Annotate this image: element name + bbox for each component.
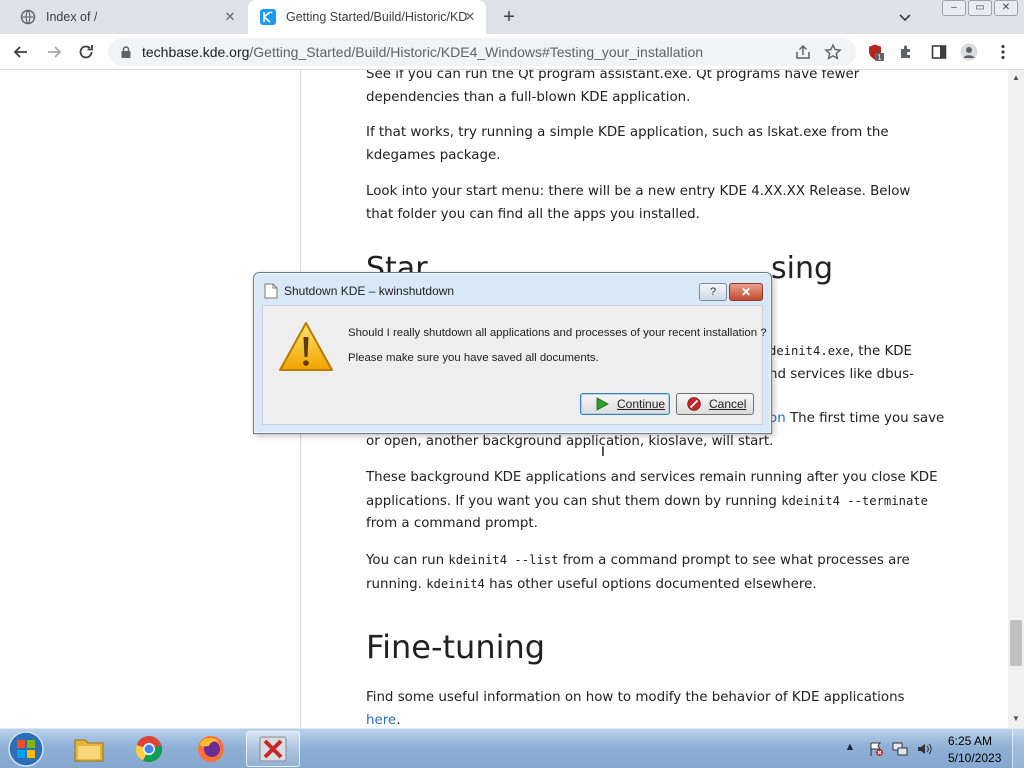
text-fragment: has other useful options documented else…: [484, 576, 817, 592]
back-arrow-icon[interactable]: [12, 43, 30, 61]
warning-icon: [279, 322, 333, 371]
paragraph-first-time-fragment: on The first time you save: [769, 408, 949, 431]
taskbar-chrome[interactable]: [122, 731, 176, 767]
bookmark-star-icon[interactable]: [824, 43, 842, 61]
kebab-menu-icon[interactable]: [994, 43, 1012, 61]
paragraph-dbus-fragment: nd services like dbus-: [769, 367, 914, 382]
shutdown-dialog: Shutdown KDE – kwinshutdown ? ✕ Should I…: [253, 272, 772, 434]
screen: Index of / ✕ Getting Started/Build/Histo…: [0, 0, 1024, 768]
tab-strip: Index of / ✕ Getting Started/Build/Histo…: [0, 0, 1024, 34]
taskbar-firefox[interactable]: [184, 731, 238, 767]
code-kdeinit-list: kdeinit4 --list: [448, 553, 559, 567]
url-host: techbase.kde.org: [142, 44, 250, 60]
text-fragment: The first time you save: [785, 411, 945, 426]
paragraph-background-apps: These background KDE applications and se…: [366, 467, 941, 536]
url-text: techbase.kde.org/Getting_Started/Build/H…: [142, 44, 703, 60]
text-cursor-icon: I: [601, 443, 605, 459]
folder-icon: [74, 739, 104, 762]
help-button[interactable]: ?: [699, 283, 727, 301]
browser-toolbar: techbase.kde.org/Getting_Started/Build/H…: [0, 34, 1024, 70]
url-path: /Getting_Started/Build/Historic/KDE4_Win…: [249, 44, 704, 60]
clock-date[interactable]: 5/10/2023: [948, 751, 1001, 765]
close-window-button[interactable]: ✕: [994, 0, 1018, 16]
document-icon: [264, 283, 278, 299]
start-orb-icon[interactable]: [6, 730, 46, 768]
text-fragment: .: [396, 712, 401, 728]
code-kdeinit-exe: deinit4.exe: [769, 344, 850, 358]
text-fragment: from a command prompt.: [366, 516, 538, 531]
puzzle-extensions-icon[interactable]: [898, 43, 916, 61]
paragraph-kdeinit-fragment: deinit4.exe, the KDE: [769, 340, 949, 364]
scroll-down-arrow-icon[interactable]: ▼: [1012, 714, 1020, 723]
network-icon[interactable]: [892, 741, 908, 757]
side-panel-icon[interactable]: [930, 43, 948, 61]
dialog-message-question: Should I really shutdown all application…: [348, 327, 767, 339]
paragraph-start-menu: Look into your start menu: there will be…: [366, 184, 911, 222]
code-kdeinit4: kdeinit4: [426, 576, 485, 591]
heading-fine-tuning: Fine-tuning: [366, 628, 546, 666]
tab-title: Getting Started/Build/Historic/KD: [286, 10, 468, 24]
clock-time[interactable]: 6:25 AM: [948, 734, 992, 748]
dialog-message-save-warning: Please make sure you have saved all docu…: [348, 352, 599, 364]
dialog-title: Shutdown KDE – kwinshutdown: [284, 284, 455, 298]
page-scrollbar[interactable]: ▲ ▼: [1008, 70, 1024, 728]
dialog-body: Should I really shutdown all application…: [262, 305, 767, 425]
section-heading-partial-right: sing: [771, 251, 834, 286]
link-here[interactable]: here: [366, 713, 396, 728]
chrome-icon: [135, 736, 163, 763]
share-icon[interactable]: [794, 43, 812, 61]
tab-title: Index of /: [46, 10, 98, 24]
paragraph-qt-assistant: See if you can run the Qt program assist…: [366, 70, 860, 105]
text-fragment: You can run: [366, 553, 449, 568]
taskbar-explorer[interactable]: [62, 731, 116, 767]
extension-badge: 1: [877, 54, 881, 62]
address-bar[interactable]: techbase.kde.org/Getting_Started/Build/H…: [108, 38, 856, 66]
dialog-titlebar[interactable]: Shutdown KDE – kwinshutdown ? ✕: [254, 273, 771, 303]
kde-logo-icon: [260, 9, 276, 25]
continue-button[interactable]: Continue: [580, 393, 670, 415]
reload-icon[interactable]: [77, 43, 95, 61]
windows-taskbar: ▲ 6:25 AM 5/10/2023: [0, 728, 1024, 768]
close-tab-icon[interactable]: ✕: [222, 9, 238, 25]
maximize-button[interactable]: ▭: [968, 0, 992, 16]
paragraph-lskat: If that works, try running a simple KDE …: [366, 125, 889, 163]
play-arrow-icon: [596, 397, 609, 411]
firefox-icon: [198, 736, 224, 762]
cancel-label: Cancel: [709, 397, 747, 411]
show-desktop-button[interactable]: [1012, 729, 1024, 768]
extension-shield-icon[interactable]: 1: [866, 43, 884, 61]
dialog-close-button[interactable]: ✕: [729, 283, 763, 301]
text-fragment: , the KDE: [849, 344, 913, 359]
new-tab-button[interactable]: +: [498, 6, 520, 28]
tab-getting-started[interactable]: Getting Started/Build/Historic/KD ✕: [248, 0, 486, 34]
window-controls: – ▭ ✕: [942, 0, 1018, 16]
chevron-down-icon[interactable]: [897, 9, 913, 25]
paragraph-fine-tuning: Find some useful information on how to m…: [366, 687, 941, 728]
tab-index-of[interactable]: Index of / ✕: [8, 0, 246, 34]
minimize-button[interactable]: –: [942, 0, 966, 16]
paragraph-kdeinit-list: You can run kdeinit4 --list from a comma…: [366, 549, 941, 596]
volume-speaker-icon[interactable]: [916, 741, 932, 757]
taskbar-kwinshutdown[interactable]: [246, 731, 300, 767]
code-kdeinit-terminate: kdeinit4 --terminate: [781, 493, 928, 508]
action-center-flag-icon[interactable]: [868, 741, 884, 757]
text-fragment: Find some useful information on how to m…: [366, 690, 905, 705]
close-tab-icon[interactable]: ✕: [462, 9, 478, 25]
paragraph-kioslave: or open, another background application,…: [366, 434, 774, 449]
continue-label: Continue: [617, 397, 666, 411]
globe-icon: [20, 9, 36, 25]
tray-overflow-arrow-icon[interactable]: ▲: [842, 741, 858, 757]
scroll-up-arrow-icon[interactable]: ▲: [1012, 73, 1020, 82]
cancel-button[interactable]: Cancel: [676, 393, 754, 415]
forward-arrow-icon[interactable]: [45, 43, 63, 61]
lock-icon[interactable]: [120, 46, 132, 58]
scrollbar-thumb[interactable]: [1010, 620, 1022, 666]
profile-avatar-icon[interactable]: [960, 43, 978, 61]
red-x-icon: [259, 736, 287, 762]
cancel-circle-icon: [687, 397, 701, 411]
